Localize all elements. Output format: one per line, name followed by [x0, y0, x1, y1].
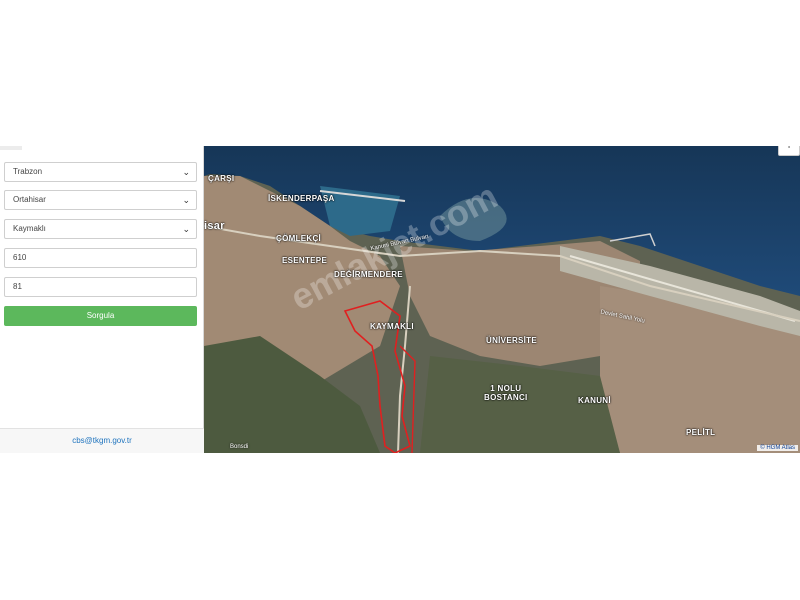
chevron-down-icon: ⌄: [182, 167, 190, 177]
block-input[interactable]: 610: [4, 248, 197, 268]
province-select[interactable]: Trabzon ⌄: [4, 162, 197, 182]
road-label-bottom: Bonsdi: [230, 444, 249, 450]
zoom-in-button[interactable]: +: [778, 146, 800, 156]
map-attribution: © HGM Atlas: [757, 445, 798, 451]
parcel-input[interactable]: 81: [4, 277, 197, 297]
district-select-value: Ortahisar: [13, 195, 46, 204]
parcel-input-value: 81: [13, 282, 22, 291]
contact-footer: cbs@tkgm.gov.tr: [0, 428, 204, 453]
neighborhood-select-value: Kaymaklı: [13, 224, 46, 233]
query-button[interactable]: Sorgula: [4, 306, 197, 326]
neighborhood-select[interactable]: Kaymaklı ⌄: [4, 219, 197, 239]
contact-email-link[interactable]: cbs@tkgm.gov.tr: [72, 436, 132, 445]
map-label-carsi: ÇARŞI: [208, 174, 235, 183]
map-label-iskenderpasa: İSKENDERPAŞA: [268, 194, 335, 203]
chevron-down-icon: ⌄: [182, 224, 190, 234]
map-label-universite: ÜNİVERSİTE: [486, 336, 538, 345]
map-label-pelitli: PELİTL: [686, 428, 716, 437]
map-application: emlakjet.com ÇARŞI isar İSKENDERPAŞA ÇÖM…: [0, 146, 800, 453]
parcel-query-panel: Trabzon ⌄ Ortahisar ⌄ Kaymaklı ⌄ 610 81 …: [0, 146, 204, 453]
province-select-value: Trabzon: [13, 167, 43, 176]
map-label-esentepe: ESENTEPE: [282, 256, 328, 265]
map-label-hisar: isar: [204, 220, 225, 232]
map-label-kanuni: KANUNİ: [578, 396, 611, 405]
panel-tab[interactable]: [0, 146, 22, 150]
map-label-kaymakli: KAYMAKLI: [370, 322, 414, 331]
block-input-value: 610: [13, 253, 27, 262]
map-label-comlekci: ÇÖMLEKÇİ: [276, 234, 322, 243]
chevron-down-icon: ⌄: [182, 195, 190, 205]
district-select[interactable]: Ortahisar ⌄: [4, 190, 197, 210]
map-label-bostanci: 1 NOLU BOSTANCI: [484, 384, 528, 402]
map-label-degirmendere: DEĞİRMENDERE: [334, 270, 403, 279]
